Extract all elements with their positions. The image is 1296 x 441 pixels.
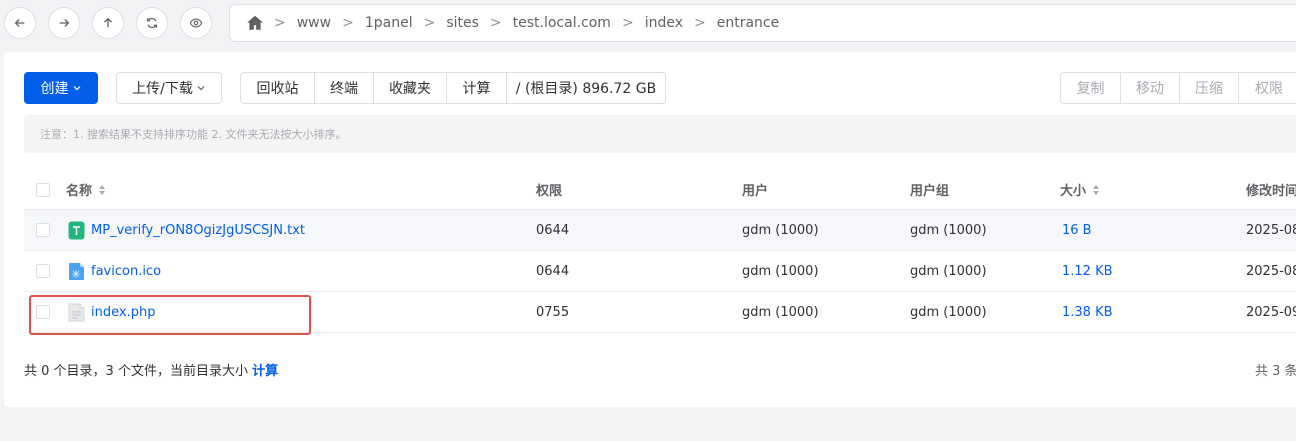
mtime-column-header: 修改时间	[1246, 184, 1296, 199]
breadcrumb-separator: >	[489, 15, 502, 31]
home-icon[interactable]	[246, 14, 264, 32]
permission-column-header: 权限	[536, 184, 563, 199]
permission-cell[interactable]: 0755	[536, 292, 569, 332]
create-button[interactable]: 创建	[24, 72, 98, 104]
breadcrumb-separator: >	[342, 15, 354, 31]
terminal-button[interactable]: 终端	[315, 73, 374, 103]
search-notice: 注意：1. 搜索结果不支持排序功能 2. 文件夹无法按大小排序。	[24, 115, 1296, 153]
favorites-button[interactable]: 收藏夹	[374, 73, 447, 103]
row-checkbox[interactable]	[36, 264, 50, 278]
breadcrumb-separator: >	[621, 15, 634, 31]
breadcrumb-test-local-com[interactable]: test.local.com	[513, 15, 611, 31]
name-column-header[interactable]: 名称	[66, 170, 106, 209]
eye-icon	[189, 18, 203, 28]
disk-info: / (根目录) 896.72 GB	[515, 81, 657, 97]
chevron-down-icon	[73, 86, 80, 91]
refresh-button[interactable]	[136, 7, 168, 39]
upload-download-label: 上传/下载	[132, 81, 193, 97]
group-column-header: 用户组	[910, 184, 950, 199]
chevron-down-icon	[197, 86, 205, 91]
sort-icon[interactable]	[1092, 184, 1100, 196]
upload-download-button[interactable]: 上传/下载	[116, 72, 222, 104]
compress-button[interactable]: 压缩	[1180, 73, 1239, 103]
breadcrumb-separator: >	[694, 15, 706, 31]
user-column-header: 用户	[742, 184, 769, 199]
size-cell[interactable]: 1.12 KB	[1062, 251, 1113, 291]
size-cell[interactable]: 1.38 KB	[1062, 292, 1113, 332]
recycle-bin-button[interactable]: 回收站	[241, 73, 315, 103]
mtime-cell: 2025-09	[1246, 304, 1296, 320]
mtime-cell: 2025-08	[1246, 263, 1296, 279]
highlight-box	[29, 295, 311, 335]
move-button[interactable]: 移动	[1121, 73, 1180, 103]
table-header-row: 名称 权限 用户 用户组 大小 修改时间	[24, 170, 1296, 210]
tools-button-group: 回收站 终端 收藏夹 计算 / (根目录) 896.72 GB	[240, 72, 666, 104]
size-column-header[interactable]: 大小	[1060, 170, 1100, 209]
size-cell[interactable]: 16 B	[1062, 210, 1092, 250]
permission-cell[interactable]: 0644	[536, 210, 569, 250]
path-breadcrumb-bar[interactable]: > www > 1panel > sites > test.local.com …	[229, 4, 1296, 42]
name-cell[interactable]: MP_verify_rON8OgizJgUSCSJN.txt	[68, 210, 305, 250]
txt-file-icon	[68, 221, 85, 239]
breadcrumb-www[interactable]: www	[297, 15, 331, 31]
forward-button[interactable]	[48, 7, 80, 39]
arrow-up-icon	[104, 17, 112, 28]
breadcrumb-1panel[interactable]: 1panel	[365, 15, 413, 31]
breadcrumb-index[interactable]: index	[645, 15, 683, 31]
back-button[interactable]	[4, 7, 36, 39]
summary-text: 共 0 个目录，3 个文件，当前目录大小	[24, 364, 248, 379]
breadcrumb-sites[interactable]: sites	[446, 15, 479, 31]
calculate-size-link[interactable]: 计算	[252, 364, 278, 379]
select-all-checkbox[interactable]	[36, 183, 50, 197]
copy-button[interactable]: 复制	[1061, 73, 1121, 103]
directory-summary: 共 0 个目录，3 个文件，当前目录大小 计算	[24, 360, 278, 379]
name-header-label: 名称	[66, 184, 93, 199]
breadcrumb-separator: >	[274, 15, 286, 31]
group-cell: gdm (1000)	[910, 304, 987, 320]
breadcrumb-separator: >	[423, 15, 436, 31]
table-row[interactable]: MP_verify_rON8OgizJgUSCSJN.txt 0644 gdm …	[24, 210, 1296, 251]
row-checkbox[interactable]	[36, 223, 50, 237]
name-cell[interactable]: favicon.ico	[68, 251, 161, 291]
image-file-icon	[69, 262, 84, 280]
arrow-left-icon	[14, 19, 25, 27]
batch-actions-group: 复制 移动 压缩 权限	[1060, 72, 1296, 104]
pagination-total: 共 3 条	[1255, 364, 1296, 379]
user-cell: gdm (1000)	[742, 222, 819, 238]
group-cell: gdm (1000)	[910, 222, 987, 238]
group-cell: gdm (1000)	[910, 263, 987, 279]
up-button[interactable]	[92, 7, 124, 39]
mtime-cell: 2025-08	[1246, 222, 1296, 238]
permission-cell[interactable]: 0644	[536, 251, 569, 291]
view-button[interactable]	[180, 7, 212, 39]
breadcrumb-entrance[interactable]: entrance	[717, 15, 780, 31]
create-label: 创建	[40, 81, 69, 97]
user-cell: gdm (1000)	[742, 304, 819, 320]
table-row[interactable]: favicon.ico 0644 gdm (1000) gdm (1000) 1…	[24, 251, 1296, 292]
sort-icon[interactable]	[98, 184, 106, 196]
user-cell: gdm (1000)	[742, 263, 819, 279]
refresh-icon	[147, 17, 157, 29]
file-name-link[interactable]: MP_verify_rON8OgizJgUSCSJN.txt	[91, 223, 305, 238]
file-name-link[interactable]: favicon.ico	[91, 264, 161, 279]
calculate-button[interactable]: 计算	[447, 73, 507, 103]
permission-button[interactable]: 权限	[1239, 73, 1296, 103]
arrow-right-icon	[59, 19, 70, 27]
size-header-label: 大小	[1060, 184, 1087, 199]
